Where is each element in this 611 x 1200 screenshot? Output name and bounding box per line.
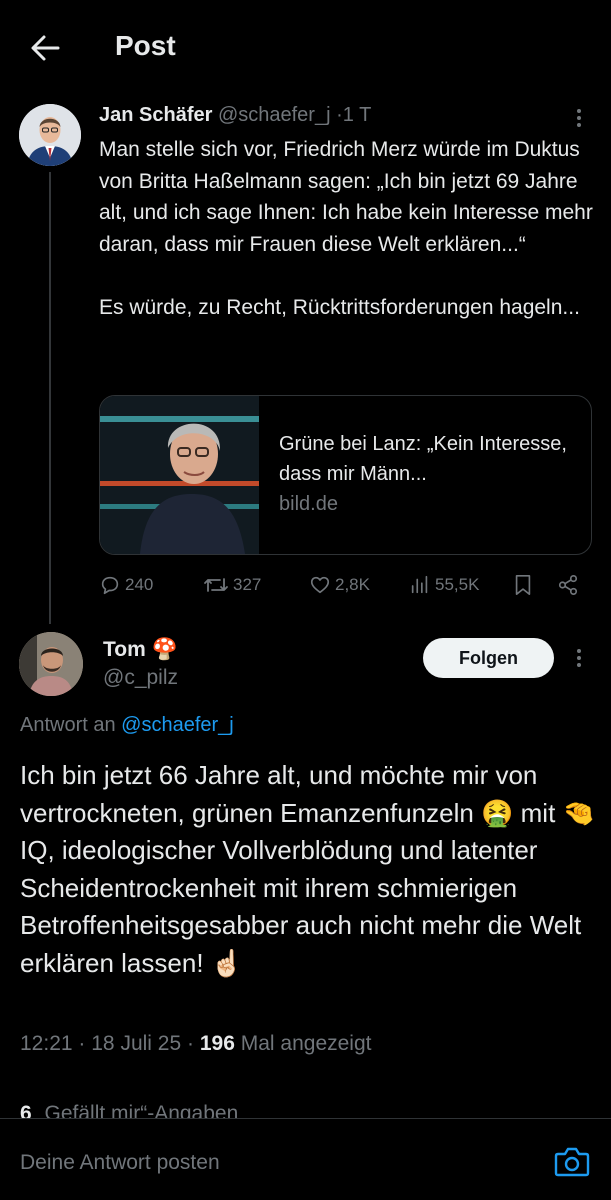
share-icon bbox=[558, 575, 578, 595]
reply-button[interactable]: 240 bbox=[99, 570, 153, 600]
author-handle[interactable]: @c_pilz bbox=[103, 666, 178, 690]
reply-context: Antwort an @schaefer_j bbox=[20, 714, 234, 737]
separator-dot: · bbox=[336, 104, 343, 126]
more-options-icon[interactable] bbox=[567, 646, 591, 670]
like-count: 2,8K bbox=[335, 575, 370, 594]
card-text: Grüne bei Lanz: „Kein Interesse, dass mi… bbox=[279, 429, 579, 519]
separator-dot: · bbox=[187, 1032, 194, 1055]
card-title: Grüne bei Lanz: „Kein Interesse, dass mi… bbox=[279, 433, 567, 485]
card-thumbnail bbox=[100, 396, 259, 554]
thread-connector-line bbox=[49, 172, 51, 624]
bookmark-button[interactable] bbox=[513, 570, 533, 600]
card-domain: bild.de bbox=[279, 493, 338, 515]
tweet1-paragraph: Es würde, zu Recht, Rücktrittsforderunge… bbox=[99, 295, 580, 319]
tweet2-text: Ich bin jetzt 66 Jahre alt, und möchte m… bbox=[20, 760, 595, 978]
page-title: Post bbox=[115, 30, 176, 61]
share-button[interactable] bbox=[557, 570, 579, 600]
link-preview-card[interactable]: Grüne bei Lanz: „Kein Interesse, dass mi… bbox=[99, 395, 592, 555]
top-bar: Post bbox=[0, 0, 611, 92]
mushroom-emoji: 🍄 bbox=[151, 638, 178, 661]
arrow-left-icon bbox=[31, 35, 60, 61]
more-options-icon[interactable] bbox=[567, 106, 591, 130]
author-handle[interactable]: @schaefer_j bbox=[218, 104, 331, 126]
repost-button[interactable]: 327 bbox=[203, 570, 261, 600]
author-name[interactable]: Tom 🍄 bbox=[103, 638, 178, 662]
heart-icon bbox=[310, 576, 330, 594]
repost-count: 327 bbox=[233, 575, 262, 594]
author-name[interactable]: Jan Schäfer bbox=[99, 104, 212, 126]
post-time[interactable]: 1 T bbox=[343, 104, 372, 126]
author-name-text: Tom bbox=[103, 638, 146, 661]
back-button[interactable] bbox=[26, 28, 66, 68]
view-count: 196 bbox=[199, 1032, 235, 1055]
tweet1-header: Jan Schäfer @schaefer_j ·1 T bbox=[99, 104, 371, 127]
reply-input[interactable]: Deine Antwort posten bbox=[20, 1151, 220, 1175]
views-label: Mal angezeigt bbox=[240, 1032, 372, 1055]
follow-button[interactable]: Folgen bbox=[423, 638, 554, 678]
bar-chart-icon bbox=[411, 575, 428, 594]
reply-icon bbox=[101, 576, 119, 595]
view-count: 55,5K bbox=[435, 575, 480, 594]
avatar[interactable] bbox=[19, 632, 83, 696]
separator-dot: · bbox=[78, 1032, 86, 1055]
reply-to-handle-link[interactable]: @schaefer_j bbox=[121, 714, 234, 736]
tweet1-paragraph: Man stelle sich vor, Friedrich Merz würd… bbox=[99, 138, 593, 256]
tweet1-action-bar: 240 327 2,8K 55,5K bbox=[99, 570, 594, 600]
vertical-dots-icon bbox=[577, 109, 581, 127]
camera-icon bbox=[554, 1147, 590, 1177]
bookmark-icon bbox=[515, 575, 531, 595]
like-button[interactable]: 2,8K bbox=[309, 570, 370, 600]
repost-icon bbox=[204, 578, 228, 592]
tweet1-text: Man stelle sich vor, Friedrich Merz würd… bbox=[99, 134, 594, 323]
vertical-dots-icon bbox=[577, 649, 581, 667]
avatar[interactable] bbox=[19, 104, 81, 166]
reply-compose-bar: Deine Antwort posten bbox=[0, 1118, 611, 1200]
reply-count: 240 bbox=[125, 575, 154, 594]
views-button[interactable]: 55,5K bbox=[409, 570, 479, 600]
post-metadata: 12:21 · 18 Juli 25 · 196 Mal angezeigt bbox=[20, 1032, 371, 1056]
post-time[interactable]: 12:21 bbox=[20, 1032, 73, 1055]
post-date[interactable]: 18 Juli 25 bbox=[91, 1032, 181, 1055]
reply-to-label: Antwort an bbox=[20, 714, 116, 736]
camera-button[interactable] bbox=[553, 1145, 591, 1179]
